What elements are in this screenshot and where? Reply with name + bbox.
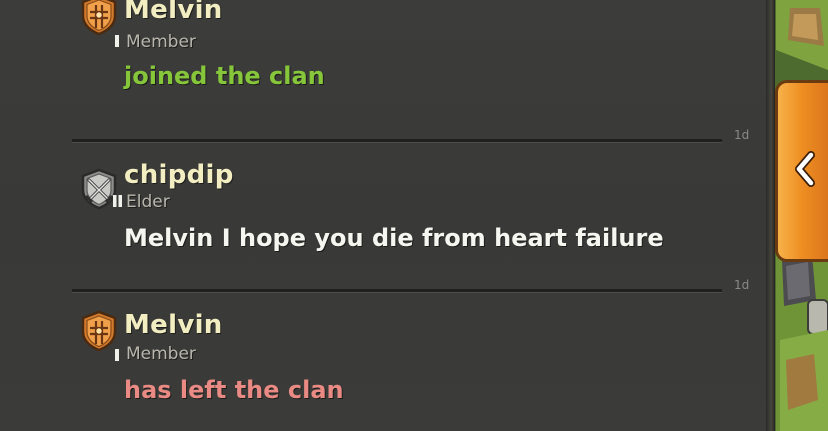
member-rank-icon (113, 346, 121, 361)
elder-rank-icon (113, 192, 123, 207)
member-rank-icon (113, 32, 121, 47)
sender-role: Member (126, 344, 196, 364)
panel-border (766, 0, 775, 431)
message-divider (72, 139, 722, 143)
message-text: Melvin I hope you die from heart failure (124, 224, 664, 252)
sender-role: Member (126, 32, 196, 52)
game-world-edge (766, 0, 828, 431)
chat-message: chipdip Elder Melvin I hope you die from… (0, 150, 740, 270)
event-text: has left the clan (124, 376, 344, 404)
event-text: joined the clan (124, 62, 325, 90)
sender-role: Elder (126, 192, 170, 212)
message-timestamp: 1d (734, 128, 750, 142)
collapse-chat-tab[interactable] (775, 80, 828, 262)
sender-name[interactable]: Melvin (124, 310, 223, 340)
sender-name[interactable]: Melvin (124, 0, 223, 25)
chevron-left-icon (791, 149, 819, 193)
sender-name[interactable]: chipdip (124, 160, 234, 190)
chat-event-left: Melvin Member has left the clan (0, 300, 740, 431)
message-divider (72, 289, 722, 293)
chat-event-joined: Melvin Member joined the clan (0, 0, 740, 100)
clan-chat-panel[interactable]: Melvin Member joined the clan 1d chipdip (0, 0, 768, 431)
message-timestamp: 1d (734, 278, 750, 292)
clan-chat-screen: Melvin Member joined the clan 1d chipdip (0, 0, 828, 431)
